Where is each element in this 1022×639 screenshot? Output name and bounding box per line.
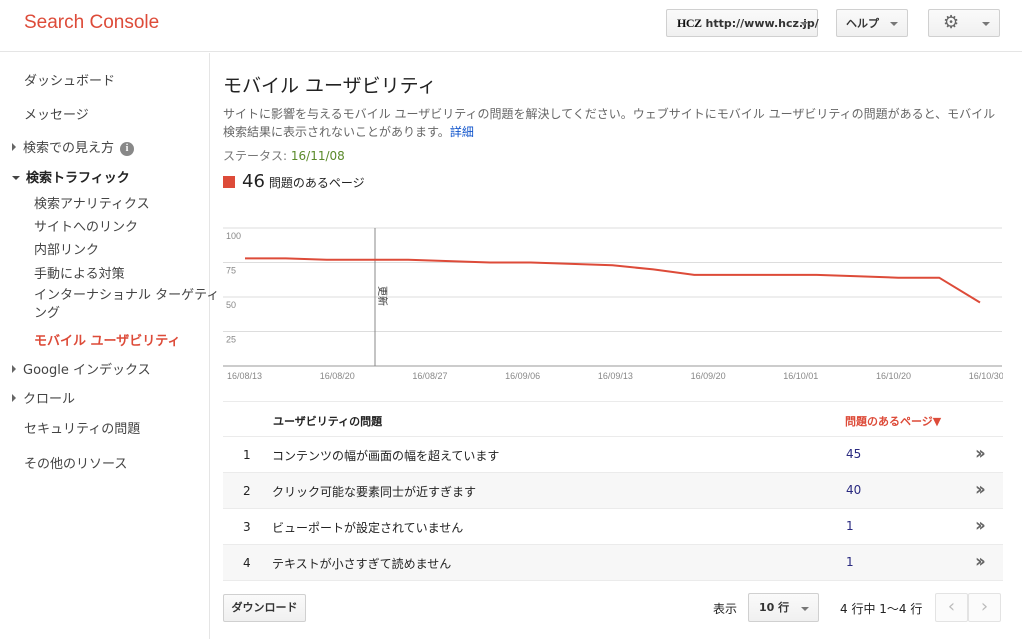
pagination-range: 4 行中 1～4 行 xyxy=(840,602,923,616)
status-label: ステータス: xyxy=(223,149,288,163)
sidebar-item-manual-actions[interactable]: 手動による対策 xyxy=(34,263,125,282)
x-tick-label: 16/09/06 xyxy=(505,371,540,381)
site-favicon-icon: HCZ xyxy=(677,15,702,30)
site-selector[interactable]: HCZ http://www.hcz.jp/ xyxy=(666,9,819,37)
double-chevron-right-icon[interactable]: ›› xyxy=(975,515,986,536)
sidebar-item-label: ング xyxy=(34,306,61,321)
help-label: ヘルプ xyxy=(846,17,879,30)
row-issue: コンテンツの幅が画面の幅を超えています xyxy=(272,449,500,463)
row-issue: クリック可能な要素同士が近すぎます xyxy=(272,485,477,499)
chevron-right-icon: › xyxy=(980,596,989,617)
chevron-left-icon: ‹ xyxy=(947,596,956,617)
rows-per-page-label: 表示 xyxy=(713,602,738,616)
chevron-down-icon xyxy=(800,22,808,26)
x-tick-label: 16/10/30 xyxy=(969,371,1003,381)
rows-per-page-value: 10 行 xyxy=(759,601,790,614)
x-tick-label: 16/08/27 xyxy=(412,371,447,381)
double-chevron-right-icon[interactable]: ›› xyxy=(975,443,986,464)
sidebar-item-label: インターナショナル ターゲティ xyxy=(34,288,220,303)
sidebar-item-label: Google インデックス xyxy=(23,363,151,378)
row-index: 1 xyxy=(243,448,251,462)
x-tick-label: 16/09/20 xyxy=(691,371,726,381)
sidebar-item-mobile-usability[interactable]: モバイル ユーザビリティ xyxy=(34,330,181,349)
app-logo[interactable]: Search Console xyxy=(24,12,159,34)
settings-button[interactable]: ⚙ xyxy=(928,9,1000,37)
sidebar-item-search-analytics[interactable]: 検索アナリティクス xyxy=(34,193,150,212)
sidebar-item-google-index[interactable]: Google インデックス xyxy=(12,359,151,378)
expand-arrow-icon xyxy=(12,143,16,151)
expand-arrow-icon xyxy=(12,365,16,373)
download-button[interactable]: ダウンロード xyxy=(223,594,306,622)
row-count: 1 xyxy=(846,555,854,569)
gear-icon: ⚙ xyxy=(943,12,960,33)
info-icon[interactable]: i xyxy=(120,142,135,156)
row-count: 40 xyxy=(846,483,862,497)
sidebar: ダッシュボード メッセージ 検索での見え方 i 検索トラフィック 検索アナリティク… xyxy=(0,53,219,639)
sidebar-item-crawl[interactable]: クロール xyxy=(12,388,75,407)
sidebar-item-messages[interactable]: メッセージ xyxy=(24,104,89,123)
sidebar-item-search-traffic[interactable]: 検索トラフィック xyxy=(12,167,130,186)
table-row[interactable]: 2 クリック可能な要素同士が近すぎます 40 ›› xyxy=(223,473,1003,509)
sidebar-item-label: 検索での見え方 xyxy=(23,141,115,156)
status-line: ステータス: 16/11/08 xyxy=(223,147,345,164)
row-count: 45 xyxy=(846,447,862,461)
double-chevron-right-icon[interactable]: ›› xyxy=(975,479,986,500)
next-page-button[interactable]: › xyxy=(968,593,1001,622)
x-tick-label: 16/09/13 xyxy=(598,371,633,381)
chevron-down-icon xyxy=(801,607,809,611)
sidebar-item-label: 検索トラフィック xyxy=(26,171,130,186)
y-tick-label: 75 xyxy=(226,266,236,276)
collapse-arrow-icon xyxy=(12,176,20,180)
y-tick-label: 25 xyxy=(226,335,236,345)
row-index: 3 xyxy=(243,520,251,534)
column-header-issue[interactable]: ユーザビリティの問題 xyxy=(273,413,382,429)
top-header: Search Console HCZ http://www.hcz.jp/ ヘル… xyxy=(0,0,1022,52)
chevron-down-icon xyxy=(982,22,990,26)
series-line xyxy=(245,257,981,304)
row-index: 2 xyxy=(243,484,251,498)
sidebar-item-dashboard[interactable]: ダッシュボード xyxy=(24,70,115,89)
table-row[interactable]: 4 テキストが小さすぎて読めません 1 ›› xyxy=(223,545,1003,581)
sidebar-item-security-issues[interactable]: セキュリティの問題 xyxy=(24,418,140,437)
details-link[interactable]: 詳細 xyxy=(450,125,474,139)
help-button[interactable]: ヘルプ xyxy=(836,9,908,37)
legend-swatch xyxy=(223,176,235,188)
expand-arrow-icon xyxy=(12,394,16,402)
issues-line-chart[interactable]: 100 75 50 25 16/08/13 16/08/20 16/08/27 16/09/0… xyxy=(223,223,1003,388)
x-tick-label: 16/08/20 xyxy=(320,371,355,381)
row-issue: ビューポートが設定されていません xyxy=(272,521,464,535)
description-text: サイトに影響を与えるモバイル ユーザビリティの問題を解決してください。ウェブサイ… xyxy=(223,107,996,139)
issues-table: ユーザビリティの問題 問題のあるページ▼ 1 コンテンツの幅が画面の幅を超えてい… xyxy=(223,401,1003,581)
page-description: サイトに影響を与えるモバイル ユーザビリティの問題を解決してください。ウェブサイ… xyxy=(223,105,1003,141)
sidebar-item-label: クロール xyxy=(23,392,76,407)
double-chevron-right-icon[interactable]: ›› xyxy=(975,551,986,572)
annotation-label: 更新 xyxy=(376,286,389,306)
sidebar-item-internal-links[interactable]: 内部リンク xyxy=(34,239,99,258)
chevron-down-icon xyxy=(890,22,898,26)
row-index: 4 xyxy=(243,556,251,570)
column-header-pages[interactable]: 問題のあるページ▼ xyxy=(845,413,941,429)
x-tick-label: 16/08/13 xyxy=(227,371,262,381)
y-tick-label: 50 xyxy=(226,300,236,310)
row-count: 1 xyxy=(846,519,854,533)
sidebar-item-international-targeting[interactable]: インターナショナル ターゲティ ング xyxy=(34,287,219,323)
status-date: 16/11/08 xyxy=(290,149,345,163)
sidebar-item-other-resources[interactable]: その他のリソース xyxy=(24,453,127,472)
sidebar-item-links-to-site[interactable]: サイトへのリンク xyxy=(34,216,138,235)
sidebar-item-search-appearance[interactable]: 検索での見え方 i xyxy=(12,137,135,156)
table-row[interactable]: 1 コンテンツの幅が画面の幅を超えています 45 ›› xyxy=(223,437,1003,473)
page-title: モバイル ユーザビリティ xyxy=(223,75,437,97)
prev-page-button[interactable]: ‹ xyxy=(935,593,968,622)
legend-count: 46 xyxy=(242,171,265,192)
table-header: ユーザビリティの問題 問題のあるページ▼ xyxy=(223,401,1003,437)
chart-legend[interactable]: 46 問題のあるページ xyxy=(223,171,365,192)
legend-label: 問題のあるページ xyxy=(268,176,365,190)
y-tick-label: 100 xyxy=(226,231,241,241)
table-row[interactable]: 3 ビューポートが設定されていません 1 ›› xyxy=(223,509,1003,545)
row-issue: テキストが小さすぎて読めません xyxy=(272,557,452,571)
x-tick-label: 16/10/20 xyxy=(876,371,911,381)
x-tick-label: 16/10/01 xyxy=(783,371,818,381)
rows-per-page-select[interactable]: 10 行 xyxy=(748,593,819,622)
